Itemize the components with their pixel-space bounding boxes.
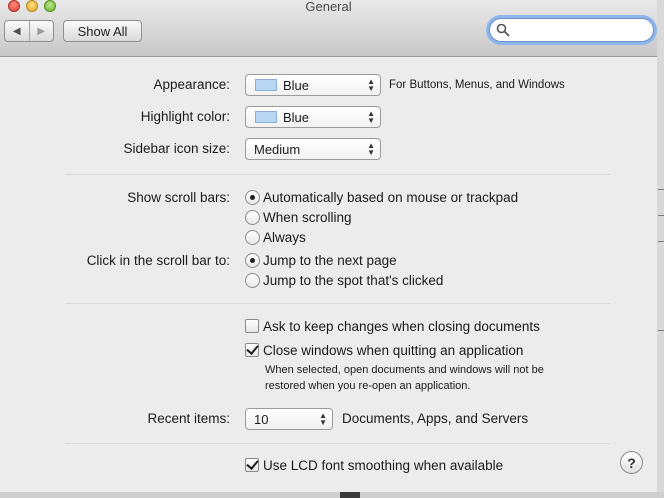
close-window-button[interactable]: [8, 0, 20, 12]
forward-arrow-icon: ▶: [37, 25, 46, 37]
ask-keep-label[interactable]: Ask to keep changes when closing documen…: [263, 319, 540, 334]
recent-items-note: Documents, Apps, and Servers: [342, 411, 529, 426]
popup-arrows-icon: ▲ ▼: [319, 411, 327, 427]
recent-items-label: Recent items:: [147, 411, 230, 426]
radio-always[interactable]: [245, 230, 260, 245]
recent-items-popup[interactable]: 10 ▲ ▼: [245, 408, 333, 430]
separator: [65, 174, 610, 175]
toolbar: General ◀ ▶ Show All: [0, 0, 657, 57]
click-scroll-label: Click in the scroll bar to:: [86, 253, 230, 268]
recent-items-value: 10: [254, 411, 269, 427]
appearance-label: Appearance:: [153, 77, 230, 92]
help-button[interactable]: ?: [620, 451, 643, 474]
sidebar-icon-value: Medium: [254, 141, 301, 157]
background-window-edge: [657, 0, 664, 498]
search-field[interactable]: [489, 18, 654, 42]
ask-keep-checkbox[interactable]: [245, 319, 259, 333]
close-windows-label[interactable]: Close windows when quitting an applicati…: [263, 343, 523, 358]
sidebar-icon-label: Sidebar icon size:: [123, 141, 230, 156]
option-jump-next-page[interactable]: Jump to the next page: [263, 253, 397, 268]
lcd-smoothing-checkbox[interactable]: [245, 458, 259, 472]
appearance-popup[interactable]: Blue ▲ ▼: [245, 74, 381, 96]
separator: [65, 443, 610, 444]
sidebar-icon-popup[interactable]: Medium ▲ ▼: [245, 138, 381, 160]
background-window-edge-bottom: [0, 492, 664, 498]
window-title: General: [305, 0, 352, 14]
search-icon: [496, 23, 510, 37]
radio-automatic[interactable]: [245, 190, 260, 205]
popup-arrows-icon: ▲ ▼: [367, 109, 375, 125]
highlight-value: Blue: [283, 109, 310, 125]
option-automatic[interactable]: Automatically based on mouse or trackpad: [263, 190, 518, 205]
show-all-button[interactable]: Show All: [63, 20, 142, 42]
minimize-window-button[interactable]: [26, 0, 38, 12]
highlight-color-swatch: [255, 111, 277, 123]
highlight-popup[interactable]: Blue ▲ ▼: [245, 106, 381, 128]
close-windows-checkbox[interactable]: [245, 343, 259, 357]
back-button[interactable]: ◀: [5, 21, 29, 41]
radio-jump-next-page[interactable]: [245, 253, 260, 268]
option-always[interactable]: Always: [263, 230, 306, 245]
preferences-window: General ◀ ▶ Show All Appearance: Blue ▲ ▼…: [0, 0, 657, 492]
search-input[interactable]: [512, 21, 648, 39]
close-windows-description: When selected, open documents and window…: [265, 364, 544, 392]
back-arrow-icon: ◀: [12, 25, 21, 37]
zoom-window-button[interactable]: [44, 0, 56, 12]
appearance-note: For Buttons, Menus, and Windows: [389, 79, 565, 91]
scroll-bars-label: Show scroll bars:: [127, 190, 230, 205]
option-jump-to-spot[interactable]: Jump to the spot that's clicked: [263, 273, 443, 288]
popup-arrows-icon: ▲ ▼: [367, 77, 375, 93]
forward-button[interactable]: ▶: [28, 21, 54, 41]
highlight-label: Highlight color:: [140, 109, 230, 124]
navigation-buttons: ◀ ▶: [4, 20, 54, 42]
separator: [65, 303, 610, 304]
popup-arrows-icon: ▲ ▼: [367, 141, 375, 157]
radio-jump-to-spot[interactable]: [245, 273, 260, 288]
appearance-value: Blue: [283, 77, 310, 93]
appearance-color-swatch: [255, 79, 277, 91]
lcd-smoothing-label[interactable]: Use LCD font smoothing when available: [263, 458, 503, 473]
option-when-scrolling[interactable]: When scrolling: [263, 210, 352, 225]
radio-when-scrolling[interactable]: [245, 210, 260, 225]
